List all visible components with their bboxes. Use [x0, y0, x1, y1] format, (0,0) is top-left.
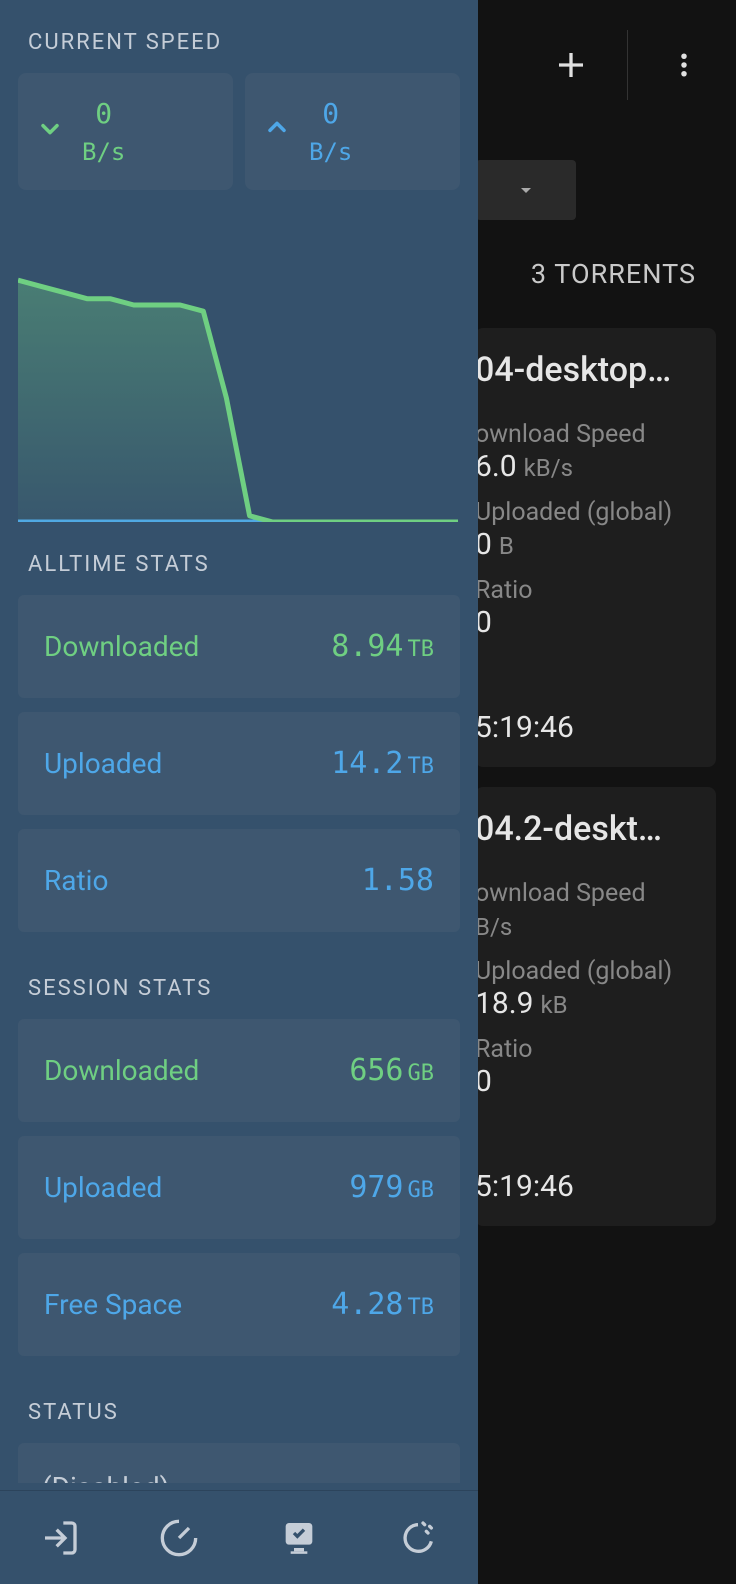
stat-label: Uploaded	[44, 1171, 162, 1204]
torrent-dl-value: 6.0 kB/s	[475, 449, 694, 484]
alltime-ratio-row: Ratio 1.58	[18, 829, 460, 932]
add-button[interactable]	[539, 33, 603, 97]
chevron-down-icon	[514, 178, 538, 202]
stat-label: Free Space	[44, 1288, 182, 1321]
session-uploaded-row: Uploaded 979GB	[18, 1136, 460, 1239]
divider	[627, 30, 628, 100]
torrent-ratio-label: Ratio	[475, 1035, 694, 1064]
session-stats-label: SESSION STATS	[0, 946, 478, 1019]
status-value[interactable]: (Disabled)	[18, 1443, 460, 1483]
torrent-up-value: 0 B	[475, 527, 694, 562]
download-speed-unit: B/s	[82, 138, 125, 166]
torrent-dl-label: ownload Speed	[475, 879, 694, 908]
alltime-uploaded-row: Uploaded 14.2TB	[18, 712, 460, 815]
stat-label: Downloaded	[44, 630, 199, 663]
nav-theme-button[interactable]	[388, 1508, 448, 1568]
theme-icon	[398, 1518, 438, 1558]
logout-icon	[40, 1518, 80, 1558]
torrent-dl-label: ownload Speed	[475, 420, 694, 449]
stat-value: 4.28TB	[331, 1287, 434, 1322]
upload-speed-card[interactable]: 0 B/s	[245, 73, 460, 190]
status-label: STATUS	[0, 1370, 478, 1443]
bottom-nav	[0, 1490, 478, 1584]
torrent-up-label: Uploaded (global)	[475, 498, 694, 527]
torrent-ratio-value: 0	[475, 1064, 694, 1099]
nav-speed-button[interactable]	[149, 1508, 209, 1568]
nav-logout-button[interactable]	[30, 1508, 90, 1568]
upload-icon	[263, 114, 291, 149]
torrent-dl-value: B/s	[475, 908, 694, 943]
torrent-eta: 5:19:46	[475, 1169, 694, 1204]
download-icon	[36, 114, 64, 149]
download-speed-value: 0	[95, 97, 112, 130]
filter-dropdown[interactable]	[476, 160, 576, 220]
torrent-up-label: Uploaded (global)	[475, 957, 694, 986]
alltime-stats-label: ALLTIME STATS	[0, 522, 478, 595]
session-downloaded-row: Downloaded 656GB	[18, 1019, 460, 1122]
stat-value: 1.58	[362, 863, 434, 898]
torrent-ratio-label: Ratio	[475, 576, 694, 605]
torrent-card[interactable]: 04-desktop… ownload Speed 6.0 kB/s Uploa…	[475, 328, 716, 767]
gauge-icon	[159, 1518, 199, 1558]
torrent-title: 04-desktop…	[475, 350, 694, 390]
stats-sidebar: CURRENT SPEED 0 B/s 0	[0, 0, 478, 1584]
upload-speed-unit: B/s	[309, 138, 352, 166]
current-speed-label: CURRENT SPEED	[0, 0, 478, 73]
overflow-menu-button[interactable]	[652, 33, 716, 97]
stat-value: 8.94TB	[331, 629, 434, 664]
torrent-title: 04.2-deskt…	[475, 809, 694, 849]
nav-server-button[interactable]	[269, 1508, 329, 1568]
download-speed-card[interactable]: 0 B/s	[18, 73, 233, 190]
stat-value: 656GB	[349, 1053, 434, 1088]
speed-graph	[0, 202, 478, 522]
stat-value: 14.2TB	[331, 746, 434, 781]
monitor-check-icon	[279, 1518, 319, 1558]
torrent-up-value: 18.9 kB	[475, 986, 694, 1021]
torrent-card[interactable]: 04.2-deskt… ownload Speed B/s Uploaded (…	[475, 787, 716, 1226]
alltime-downloaded-row: Downloaded 8.94TB	[18, 595, 460, 698]
sidebar-scroll[interactable]: CURRENT SPEED 0 B/s 0	[0, 0, 478, 1584]
stat-label: Ratio	[44, 864, 108, 897]
session-freespace-row: Free Space 4.28TB	[18, 1253, 460, 1356]
stat-label: Uploaded	[44, 747, 162, 780]
torrent-eta: 5:19:46	[475, 710, 694, 745]
torrent-ratio-value: 0	[475, 605, 694, 640]
stat-value: 979GB	[349, 1170, 434, 1205]
stat-label: Downloaded	[44, 1054, 199, 1087]
upload-speed-value: 0	[322, 97, 339, 130]
